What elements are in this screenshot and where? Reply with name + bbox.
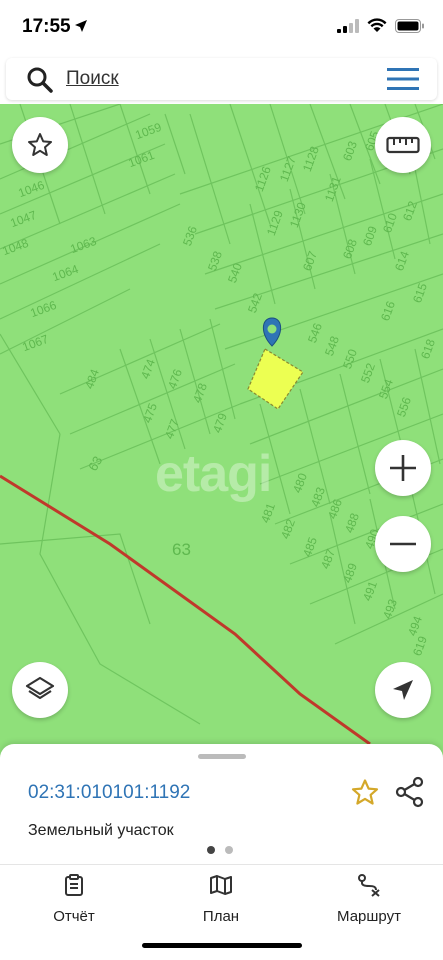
search-bar[interactable]: Поиск [6,58,437,100]
page-dot-active [207,846,215,854]
share-icon[interactable] [395,776,425,808]
app-screen: 17:55 Поиск 1059 1061 1046 1047 1048 106… [0,0,443,960]
route-icon [358,874,380,897]
zoom-in-button[interactable] [375,440,431,496]
page-dot [225,846,233,854]
layers-icon [25,676,55,700]
zoom-out-button[interactable] [375,516,431,572]
plus-icon [390,455,416,481]
sheet-drag-handle[interactable] [198,754,246,759]
signal-icon [337,18,359,33]
tab-route-label: Маршрут [337,908,401,925]
wifi-icon [367,18,387,32]
hamburger-menu-icon[interactable] [387,68,419,90]
search-input[interactable]: Поиск [66,68,119,90]
locate-button[interactable] [375,662,431,718]
navigation-arrow-icon [393,680,413,700]
search-icon[interactable] [26,66,54,94]
battery-icon [395,18,424,33]
star-icon [28,133,52,156]
status-bar: 17:55 [0,0,443,54]
layers-button[interactable] [12,662,68,718]
status-time: 17:55 [22,16,71,37]
parcel-type-label: Земельный участок [28,822,174,839]
tab-plan[interactable]: План [161,873,281,925]
page-indicator [207,846,233,854]
home-indicator [142,943,302,948]
star-icon[interactable] [350,778,380,808]
watermark-logo: etagi [155,445,272,503]
parcel-label: 63 [172,540,191,559]
location-arrow-icon [75,20,87,32]
status-icons [337,18,425,33]
favorites-button[interactable] [12,117,68,173]
cadastral-map[interactable]: 1059 1061 1046 1047 1048 1063 1064 1066 … [0,104,443,764]
tab-report[interactable]: Отчёт [14,873,134,925]
map-icon [210,875,232,895]
selected-parcel [247,348,304,410]
tab-report-label: Отчёт [53,908,95,925]
tab-route[interactable]: Маршрут [309,873,429,925]
clipboard-icon [65,874,83,896]
tab-plan-label: План [202,908,240,925]
map-pin-icon [262,317,282,347]
minus-icon [390,542,416,546]
ruler-icon [386,136,420,154]
parcel-cadastral-number[interactable]: 02:31:010101:1192 [28,782,190,804]
ruler-button[interactable] [375,117,431,173]
